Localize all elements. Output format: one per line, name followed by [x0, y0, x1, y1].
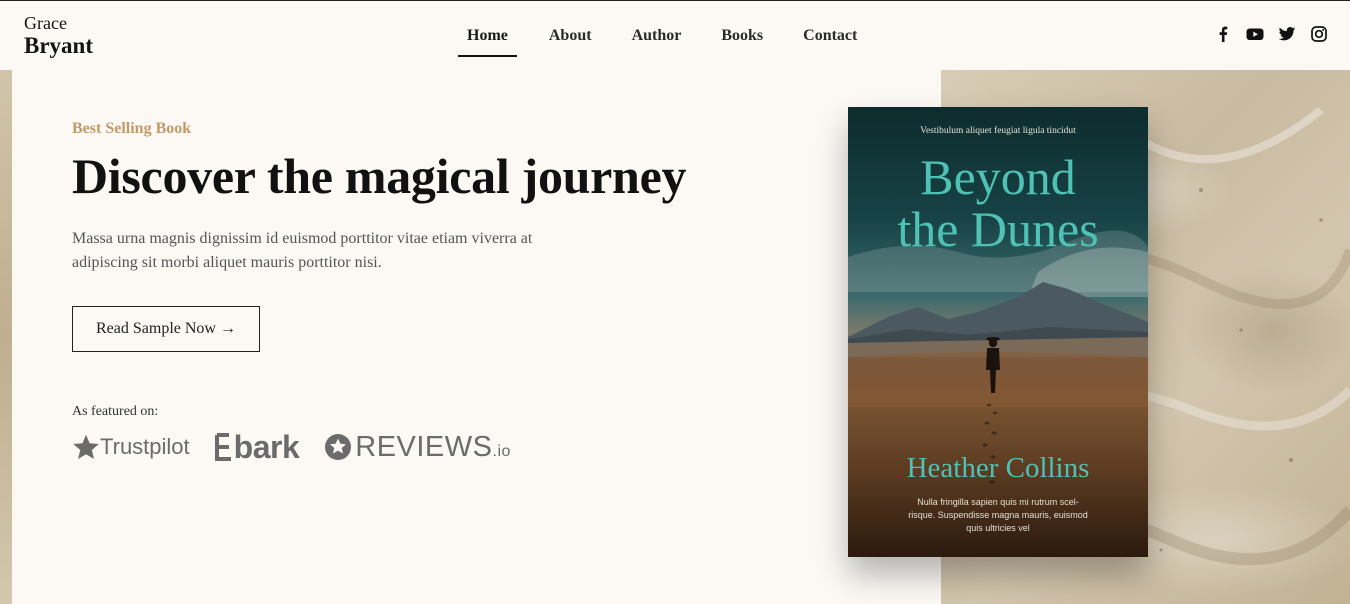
- nav-contact[interactable]: Contact: [803, 1, 857, 57]
- book-title-line1: Beyond: [920, 149, 1076, 205]
- book-title-line2: the Dunes: [897, 201, 1099, 257]
- reviews-suffix: .io: [492, 443, 511, 460]
- book-author: Heather Collins: [906, 452, 1090, 484]
- hero-title: Discover the magical journey: [72, 148, 687, 204]
- nav-author[interactable]: Author: [632, 1, 682, 57]
- bark-text: bark: [233, 428, 300, 465]
- book-blurb: Nulla fringilla sapien quis mi rutrum sc…: [908, 497, 1088, 533]
- reviews-io-logo: REVIEWS .io: [323, 431, 511, 464]
- site-header: Grace Bryant Home About Author Books Con…: [0, 1, 1350, 70]
- hero-description: Massa urna magnis dignissim id euismod p…: [72, 229, 533, 271]
- book-tagline: Vestibulum aliquet feugiat ligula tincid…: [920, 126, 1076, 136]
- star-icon: [73, 434, 99, 460]
- trustpilot-text: Trustpilot: [100, 434, 190, 459]
- sand-texture-left: [0, 70, 12, 604]
- hero-section: Best Selling Book Discover the magical j…: [72, 120, 772, 275]
- featured-label: As featured on:: [72, 404, 159, 419]
- logo-last-name: Bryant: [24, 33, 93, 58]
- book-cover[interactable]: Vestibulum aliquet feugiat ligula tincid…: [848, 107, 1148, 557]
- book-title: Beyond the Dunes: [848, 151, 1148, 255]
- trustpilot-logo: Trustpilot: [72, 433, 190, 461]
- logo-first-name: Grace: [24, 13, 67, 33]
- bark-logo: bark: [214, 429, 300, 466]
- nav-about[interactable]: About: [549, 1, 592, 57]
- hero-eyebrow: Best Selling Book: [72, 120, 192, 137]
- site-logo[interactable]: Grace Bryant: [24, 14, 93, 57]
- reviews-star-icon: [325, 434, 352, 460]
- main-nav: Home About Author Books Contact: [458, 1, 897, 70]
- featured-logos: Trustpilot bark REVIEWS .io: [72, 429, 511, 466]
- youtube-icon[interactable]: [1246, 25, 1264, 43]
- twitter-icon[interactable]: [1278, 25, 1296, 43]
- facebook-icon[interactable]: [1214, 25, 1232, 43]
- social-links: [1214, 25, 1328, 43]
- nav-home[interactable]: Home: [458, 1, 517, 57]
- read-sample-button[interactable]: Read Sample Now →: [72, 306, 260, 352]
- reviews-text: REVIEWS: [355, 430, 493, 463]
- bark-mark-icon: [214, 433, 231, 461]
- nav-books[interactable]: Books: [721, 1, 763, 57]
- instagram-icon[interactable]: [1310, 25, 1328, 43]
